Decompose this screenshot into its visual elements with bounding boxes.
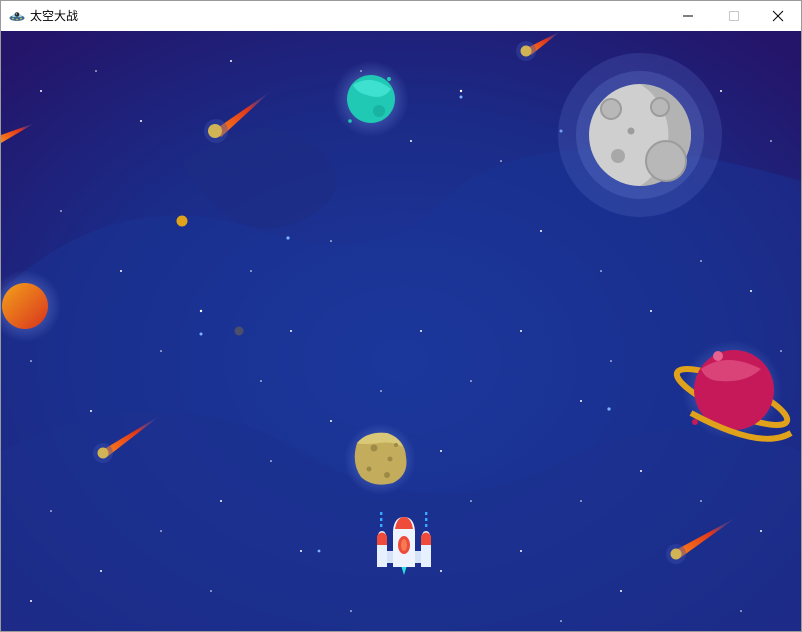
small-yellow-planet [176,215,188,227]
minimize-button[interactable] [665,1,711,31]
game-canvas[interactable] [1,31,801,631]
game-window: 太空大战 [0,0,802,632]
ufo-icon [9,8,25,24]
moon [558,53,722,217]
minimize-icon [683,15,693,17]
teal-planet [333,61,409,137]
close-button[interactable] [755,1,801,31]
maximize-button[interactable] [711,1,757,31]
window-title: 太空大战 [30,9,79,23]
asteroid [344,423,416,495]
title-bar[interactable]: 太空大战 [1,1,801,31]
small-grey-planet [234,326,244,336]
close-icon [772,10,784,22]
maximize-icon [729,11,739,21]
